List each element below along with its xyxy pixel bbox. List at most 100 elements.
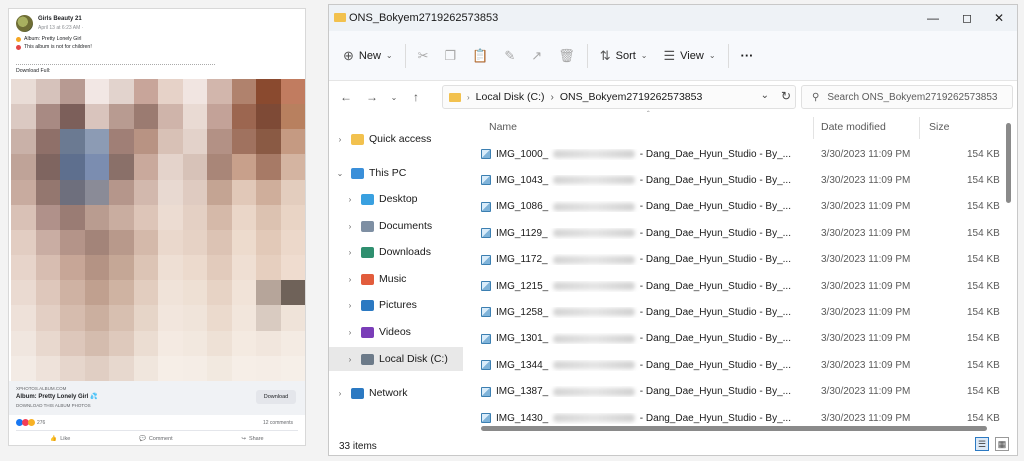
documents-icon [361, 220, 374, 232]
recent-chevron-icon[interactable]: ⌄ [385, 93, 403, 102]
forward-arrow-icon[interactable]: → [359, 90, 385, 104]
sidebar-item-local-disk-c[interactable]: › Local Disk (C:) [329, 347, 463, 371]
new-button[interactable]: ⊕ New ⌄ [335, 41, 401, 71]
image-pixel-block [109, 280, 134, 306]
image-pixel-block [35, 305, 60, 331]
image-file-icon [481, 254, 492, 265]
download-button[interactable]: Download [256, 390, 296, 404]
expand-chevron-icon[interactable]: › [345, 248, 355, 257]
file-row[interactable]: IMG_1043_ - Dang_Dae_Hyun_Studio - By_...… [475, 167, 1003, 193]
image-pixel-block [84, 179, 109, 205]
plus-circle-icon: ⊕ [343, 47, 354, 63]
sidebar-item-videos[interactable]: › Videos [329, 320, 463, 344]
reaction-summary[interactable]: 276 [16, 419, 45, 426]
like-action[interactable]: 👍 Like [50, 436, 70, 442]
expand-chevron-icon[interactable]: › [345, 195, 355, 204]
page-name[interactable]: Girls Beauty 21 [38, 16, 82, 22]
file-row[interactable]: IMG_1172_ - Dang_Dae_Hyun_Studio - By_...… [475, 247, 1003, 273]
share-action[interactable]: ↪ Share [241, 436, 263, 442]
image-pixel-block [256, 129, 281, 155]
vertical-scrollbar[interactable] [1006, 123, 1011, 203]
pixelated-post-image[interactable] [11, 79, 305, 381]
comments-count[interactable]: 12 comments [263, 420, 293, 426]
file-row[interactable]: IMG_1215_ - Dang_Dae_Hyun_Studio - By_...… [475, 273, 1003, 299]
navigation-pane: › Quick access ⌄ This PC › Desktop › Documents ›… [329, 113, 463, 435]
expand-chevron-icon[interactable]: › [335, 389, 345, 398]
breadcrumb-folder[interactable]: ONS_Bokyem2719262573853 [560, 91, 702, 103]
address-dropdown-icon[interactable]: ⌄ [761, 90, 769, 101]
copy-icon: ❐ [444, 47, 457, 63]
post-timestamp[interactable]: April 13 at 6:23 AM · [38, 25, 83, 31]
expand-chevron-icon[interactable]: › [345, 275, 355, 284]
breadcrumb-drive[interactable]: Local Disk (C:) [476, 91, 545, 103]
sidebar-item-quick-access[interactable]: › Quick access [329, 127, 463, 151]
sort-button[interactable]: ⇅ Sort ⌄ [592, 41, 656, 71]
view-button[interactable]: ☰ View ⌄ [656, 41, 724, 71]
copy-button[interactable]: ❐ [437, 41, 465, 71]
sidebar-item-desktop[interactable]: › Desktop [329, 187, 463, 211]
image-pixel-block [84, 229, 109, 256]
more-options-button[interactable]: ··· [733, 41, 762, 71]
column-divider[interactable] [919, 117, 920, 139]
sidebar-item-this-pc[interactable]: ⌄ This PC [329, 161, 463, 185]
sidebar-item-music[interactable]: › Music [329, 267, 463, 291]
delete-button[interactable]: 🗑 [550, 41, 583, 71]
refresh-icon[interactable]: ↻ [781, 89, 791, 103]
expand-chevron-icon[interactable]: › [335, 135, 345, 144]
column-header-date[interactable]: Date modified [821, 121, 886, 133]
chevron-down-icon: ⌄ [640, 51, 648, 60]
sidebar-item-pictures[interactable]: › Pictures [329, 293, 463, 317]
tiles-view-icon[interactable]: ▦ [995, 437, 1009, 451]
image-pixel-block [231, 179, 256, 205]
sidebar-item-network[interactable]: › Network [329, 381, 463, 405]
expand-chevron-icon[interactable]: › [345, 222, 355, 231]
maximize-button[interactable]: ◻ [951, 8, 983, 28]
image-pixel-block [280, 129, 305, 155]
image-file-icon [481, 281, 491, 291]
file-date: 3/30/2023 11:09 PM [821, 333, 911, 345]
expand-chevron-icon[interactable]: › [345, 301, 355, 310]
sidebar-item-downloads[interactable]: › Downloads [329, 240, 463, 264]
horizontal-scrollbar[interactable] [481, 426, 987, 431]
comment-action[interactable]: 💬 Comment [139, 436, 173, 442]
comment-label: Comment [148, 435, 173, 442]
sort-label: Sort [615, 49, 636, 62]
file-row[interactable]: IMG_1258_ - Dang_Dae_Hyun_Studio - By_...… [475, 299, 1003, 325]
page-avatar[interactable] [16, 15, 33, 32]
rename-button[interactable]: ✎ [496, 41, 523, 71]
file-name-suffix: - Dang_Dae_Hyun_Studio - By_... [639, 148, 791, 160]
back-arrow-icon[interactable]: ← [333, 90, 359, 104]
up-arrow-icon[interactable]: ↑ [403, 90, 429, 104]
image-pixel-block [84, 355, 109, 381]
share-button[interactable]: ↗ [523, 41, 550, 71]
image-pixel-block [256, 79, 281, 105]
address-bar[interactable]: › Local Disk (C:) › ONS_Bokyem2719262573… [442, 85, 796, 109]
expand-chevron-icon[interactable]: › [345, 355, 355, 364]
sidebar-item-documents[interactable]: › Documents [329, 214, 463, 238]
column-header-name[interactable]: Name [489, 121, 517, 133]
link-preview[interactable]: XPHOTOS.ALBUM.COM Album: Pretty Lonely G… [9, 381, 305, 415]
image-pixel-block [158, 204, 183, 230]
cut-button[interactable]: ✂ [410, 41, 437, 71]
minimize-button[interactable]: — [917, 8, 949, 28]
column-header-size[interactable]: Size [929, 121, 949, 133]
expand-chevron-icon[interactable]: ⌄ [335, 169, 345, 178]
image-pixel-block [109, 330, 134, 356]
close-button[interactable]: ✕ [983, 8, 1015, 28]
expand-chevron-icon[interactable]: › [345, 328, 355, 337]
file-row[interactable]: IMG_1301_ - Dang_Dae_Hyun_Studio - By_...… [475, 326, 1003, 352]
title-bar[interactable]: ONS_Bokyem2719262573853 — ◻ ✕ [329, 5, 1017, 31]
details-view-icon[interactable]: ☰ [975, 437, 989, 451]
column-divider[interactable] [813, 117, 814, 139]
image-pixel-block [207, 330, 232, 356]
file-row[interactable]: IMG_1129_ - Dang_Dae_Hyun_Studio - By_...… [475, 220, 1003, 246]
file-row[interactable]: IMG_1344_ - Dang_Dae_Hyun_Studio - By_...… [475, 352, 1003, 378]
image-pixel-block [35, 179, 60, 205]
search-box[interactable]: ⚲ Search ONS_Bokyem2719262573853 [801, 85, 1013, 109]
warning-emoji-icon [16, 36, 21, 42]
file-row[interactable]: IMG_1086_ - Dang_Dae_Hyun_Studio - By_...… [475, 194, 1003, 220]
file-row[interactable]: IMG_1387_ - Dang_Dae_Hyun_Studio - By_...… [475, 379, 1003, 405]
file-row[interactable]: IMG_1000_ - Dang_Dae_Hyun_Studio - By_...… [475, 141, 1003, 167]
image-pixel-block [60, 179, 85, 205]
paste-button[interactable]: 📋 [464, 41, 496, 71]
